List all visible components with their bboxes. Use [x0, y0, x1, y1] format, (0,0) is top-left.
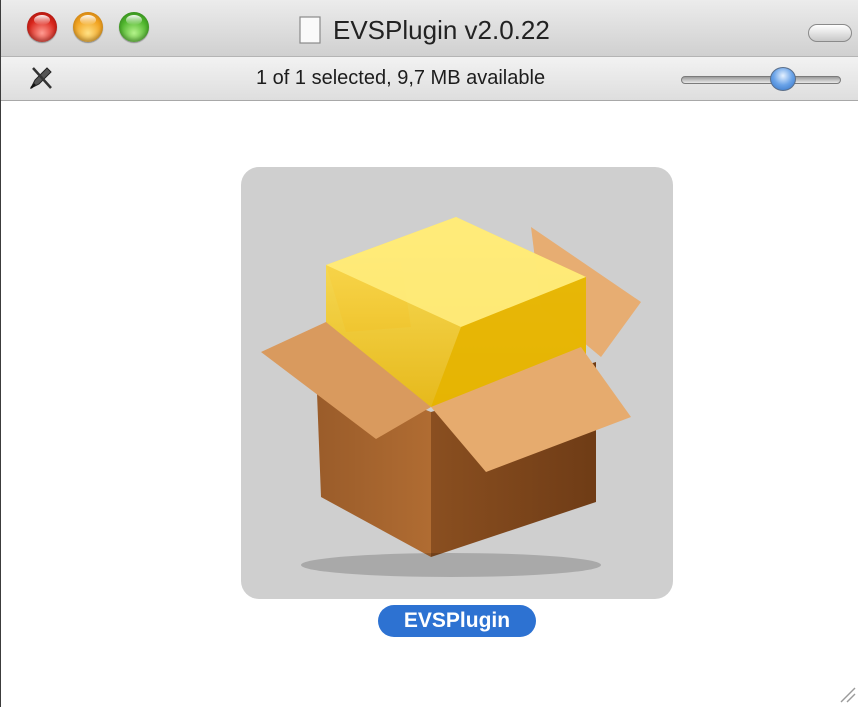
window-title: EVSPlugin v2.0.22: [333, 14, 550, 45]
title-bar[interactable]: EVSPlugin v2.0.22: [1, 0, 858, 57]
file-icon-tile[interactable]: [241, 167, 673, 599]
status-text: 1 of 1 selected, 9,7 MB available: [256, 67, 546, 89]
slider-knob[interactable]: [770, 67, 796, 91]
toolbar-pill-icon[interactable]: [808, 24, 852, 42]
resize-grip-icon[interactable]: [837, 684, 857, 704]
close-light-icon[interactable]: [27, 12, 57, 42]
minimize-light-icon[interactable]: [73, 12, 103, 42]
finder-window: EVSPlugin v2.0.22 1 of 1 selected, 9,7 M…: [0, 0, 858, 707]
icon-size-slider[interactable]: [681, 76, 841, 84]
window-title-group: EVSPlugin v2.0.22: [299, 14, 550, 46]
pencil-icon: [29, 67, 52, 90]
file-name-label[interactable]: EVSPlugin: [378, 605, 536, 637]
zoom-light-icon[interactable]: [119, 12, 149, 42]
document-icon: [299, 16, 321, 44]
package-icon: [261, 217, 641, 577]
